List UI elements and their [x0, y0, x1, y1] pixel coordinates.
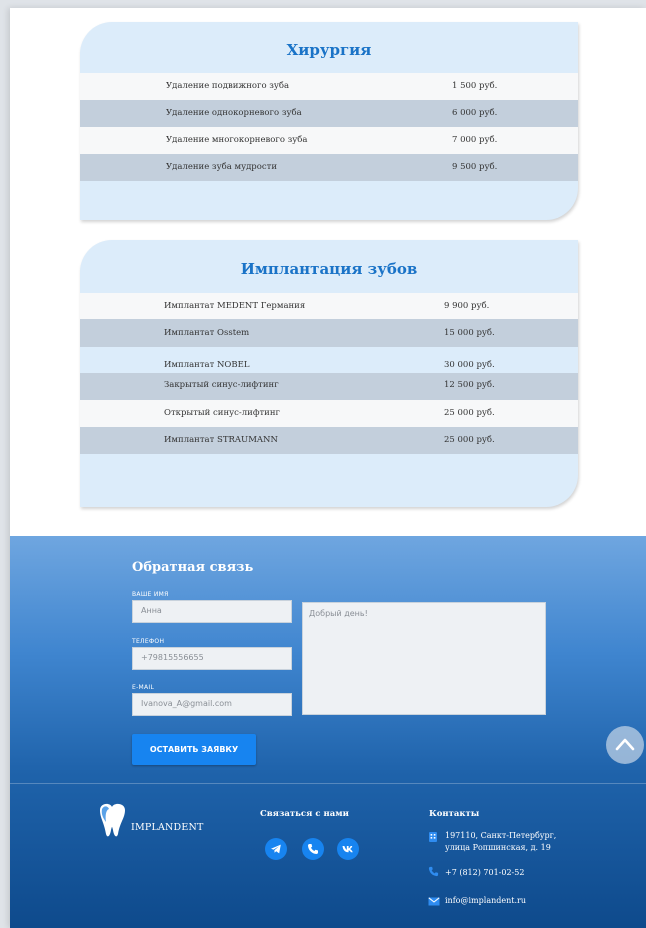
service-price: 25 000 руб.	[444, 408, 495, 418]
price-row: Удаление подвижного зуба 1 500 руб.	[80, 73, 578, 100]
vk-icon	[342, 846, 353, 853]
service-name: Удаление подвижного зуба	[166, 81, 290, 91]
price-row: Открытый синус-лифтинг 25 000 руб.	[80, 400, 578, 427]
address-line-2: улица Ропшинская, д. 19	[445, 843, 551, 852]
price-row: Имплантат Osstem 15 000 руб.	[80, 319, 578, 347]
tooth-logo-icon	[100, 803, 125, 837]
service-price: 15 000 руб.	[444, 328, 495, 338]
phone-label: ТЕЛЕФОН	[132, 638, 165, 645]
chevron-up-icon	[615, 738, 635, 751]
address-line-1: 197110, Санкт-Петербург,	[445, 831, 557, 840]
service-name: Удаление зуба мудрости	[166, 162, 277, 172]
page: Хирургия Удаление подвижного зуба 1 500 …	[10, 8, 646, 928]
service-name: Закрытый синус-лифтинг	[164, 380, 279, 390]
service-name: Имплантат MEDENT Германия	[164, 301, 306, 311]
location-icon	[429, 832, 437, 842]
service-name: Удаление однокорневого зуба	[166, 108, 302, 118]
email-field[interactable]: Ivanova_A@gmail.com	[132, 693, 292, 716]
price-row: Закрытый синус-лифтинг 12 500 руб.	[80, 373, 578, 400]
mail-icon	[428, 897, 440, 906]
price-row: Удаление зуба мудрости 9 500 руб.	[80, 154, 578, 181]
phone-number[interactable]: +7 (812) 701-02-52	[445, 867, 524, 879]
phone-link[interactable]	[302, 838, 324, 860]
scroll-to-top-button[interactable]	[606, 726, 644, 764]
submit-button[interactable]: ОСТАВИТЬ ЗАЯВКУ	[132, 734, 256, 765]
logo-text: IMPLANDENT	[131, 822, 204, 833]
service-name: Имплантат STRAUMANN	[164, 435, 278, 445]
feedback-title: Обратная связь	[132, 560, 254, 575]
footer: Обратная связь ВАШЕ ИМЯ Анна ТЕЛЕФОН +79…	[10, 536, 646, 928]
service-name: Открытый синус-лифтинг	[164, 408, 280, 418]
price-row: Имплантат NOBEL 30 000 руб.	[80, 347, 578, 373]
implants-price-card: Имплантация зубов Имплантат MEDENT Герма…	[80, 240, 578, 507]
surgery-price-card: Хирургия Удаление подвижного зуба 1 500 …	[80, 22, 578, 220]
price-row: Имплантат STRAUMANN 25 000 руб.	[80, 427, 578, 454]
surgery-title: Хирургия	[286, 41, 372, 59]
footer-divider	[10, 783, 646, 784]
contacts-title: Контакты	[429, 809, 480, 819]
telegram-link[interactable]	[265, 838, 287, 860]
service-price: 25 000 руб.	[444, 435, 495, 445]
service-price: 9 900 руб.	[444, 301, 490, 311]
service-price: 9 500 руб.	[452, 162, 498, 172]
telegram-icon	[271, 844, 281, 854]
contact-us-title: Связаться с нами	[260, 809, 349, 819]
service-name: Удаление многокорневого зуба	[166, 135, 308, 145]
message-field[interactable]: Добрый день!	[302, 602, 546, 715]
phone-contact-icon	[428, 866, 439, 877]
name-label: ВАШЕ ИМЯ	[132, 591, 169, 598]
address: 197110, Санкт-Петербург, улица Ропшинска…	[445, 830, 556, 854]
price-row: Имплантат MEDENT Германия 9 900 руб.	[80, 293, 578, 319]
vk-link[interactable]	[337, 838, 359, 860]
logo[interactable]	[92, 800, 132, 844]
email-link[interactable]: info@implandent.ru	[445, 895, 526, 907]
service-price: 1 500 руб.	[452, 81, 498, 91]
service-price: 7 000 руб.	[452, 135, 498, 145]
phone-field[interactable]: +79815556655	[132, 647, 292, 670]
service-name: Имплантат Osstem	[164, 328, 250, 338]
price-row: Удаление многокорневого зуба 7 000 руб.	[80, 127, 578, 154]
name-field[interactable]: Анна	[132, 600, 292, 623]
price-row: Удаление однокорневого зуба 6 000 руб.	[80, 100, 578, 127]
implants-title: Имплантация зубов	[240, 260, 418, 278]
service-price: 6 000 руб.	[452, 108, 498, 118]
email-label: E-MAIL	[132, 684, 155, 691]
service-price: 12 500 руб.	[444, 380, 495, 390]
phone-icon	[308, 844, 318, 854]
